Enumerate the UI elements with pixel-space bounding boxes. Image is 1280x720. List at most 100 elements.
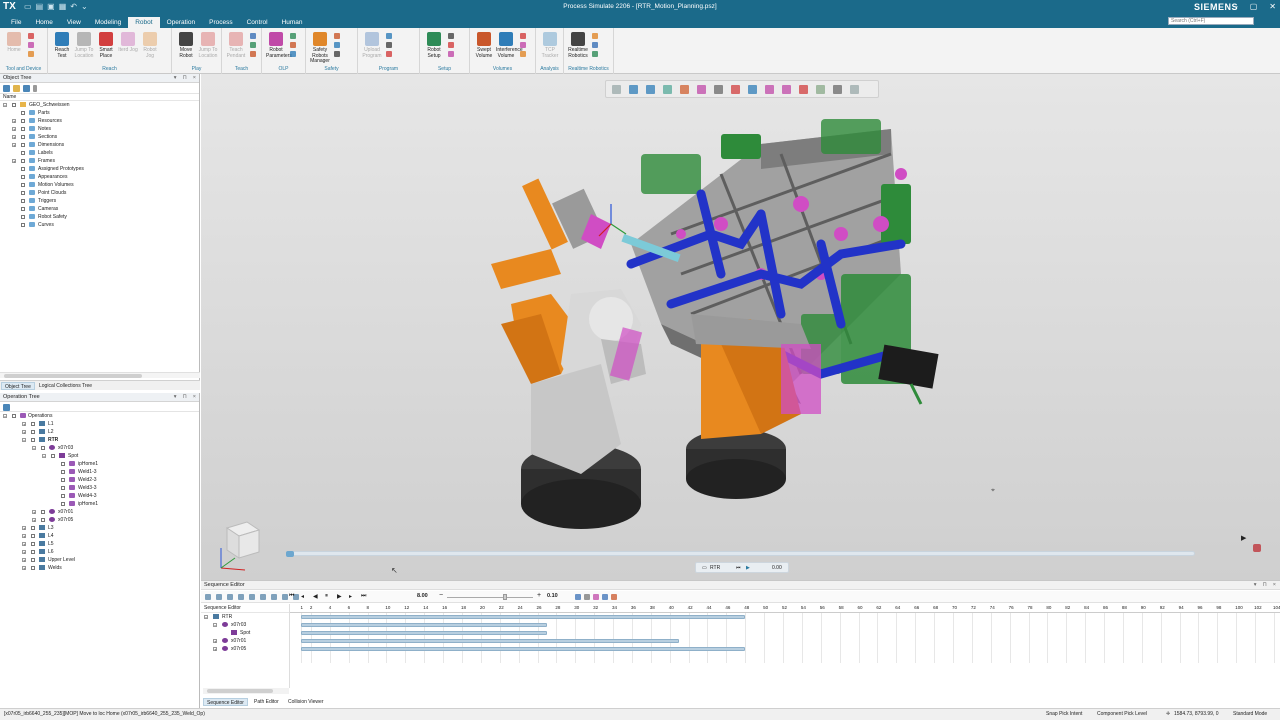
tree-node-motion-volumes[interactable]: Motion Volumes [0,181,199,189]
sim-scope-label[interactable]: RTR [710,563,720,573]
tree-node-point-clouds[interactable]: Point Clouds [0,189,199,197]
menu-tab-file[interactable]: File [4,17,28,28]
visibility-checkbox[interactable] [41,510,45,514]
snap-pick-intent[interactable]: Snap Pick Intent [1046,709,1082,720]
expand-icon[interactable]: + [12,135,16,140]
ribbon-button-robot-setup[interactable]: Robot Setup [424,32,444,59]
small-tool-icon[interactable] [592,42,598,48]
small-tool-icon[interactable] [290,51,296,57]
sequence-row[interactable]: + x07r05 [201,645,289,653]
visibility-checkbox[interactable] [21,215,25,219]
simulation-scrubber[interactable] [286,551,1195,557]
operation-node[interactable]: ipHome1 [0,500,199,508]
operation-node[interactable]: + L6 [0,548,199,556]
visibility-checkbox[interactable] [21,167,25,171]
jump-start-icon[interactable]: ⏮ [289,593,294,600]
operation-node[interactable]: ipHome1 [0,460,199,468]
visibility-checkbox[interactable] [61,470,65,474]
small-tool-icon[interactable] [28,42,34,48]
visibility-checkbox[interactable] [31,542,35,546]
maximize-icon[interactable]: ▢ [1250,2,1258,11]
float-icon[interactable]: ⊓ [182,74,186,83]
ribbon-button-robot-jog[interactable]: Robot Jog [140,32,160,59]
expand-icon[interactable]: + [22,534,26,539]
ribbon-button-interference-volume[interactable]: Interference Volume [496,32,523,59]
visibility-checkbox[interactable] [21,199,25,203]
small-tool-icon[interactable] [592,33,598,39]
ribbon-button-move-robot[interactable]: Move Robot [176,32,196,59]
expand-icon[interactable]: − [42,454,46,459]
tree-node-operations[interactable]: − Operations [0,412,199,420]
gantt-bar[interactable] [301,623,547,627]
small-tool-icon[interactable] [28,51,34,57]
operation-node[interactable]: + L5 [0,540,199,548]
link-icon[interactable] [593,594,599,600]
tree-node-parts[interactable]: Parts [0,109,199,117]
scene-3d[interactable] [201,74,1280,580]
sequence-row[interactable]: + x07r01 [201,637,289,645]
graphic-viewer[interactable]: ▭ RTR ⏮ ▶ 0.00 ▶ ⌖ ↖ [201,74,1280,580]
small-tool-icon[interactable] [334,51,340,57]
float-icon[interactable]: ⊓ [182,393,186,402]
record-icon[interactable] [611,594,617,600]
small-tool-icon[interactable] [520,42,526,48]
tree-node-triggers[interactable]: Triggers [0,197,199,205]
collapse-icon[interactable]: − [3,414,7,419]
ribbon-button-swept-volume[interactable]: Swept Volume [474,32,494,59]
visibility-checkbox[interactable] [31,438,35,442]
small-tool-icon[interactable] [334,42,340,48]
ribbon-button-iterd-jog[interactable]: Iterd Jog [118,32,138,54]
folder-icon[interactable] [13,85,20,92]
time-ruler[interactable]: 1 2 4 6 8 10 12 14 16 18 20 22 24 26 28 30 32 34 36 38 40 42 4… [290,604,1280,613]
camera-icon[interactable] [602,594,608,600]
operation-node[interactable]: Weld2-3 [0,476,199,484]
float-icon[interactable]: ⊓ [1262,581,1266,590]
sync-icon[interactable] [23,85,30,92]
tab-logical-collections[interactable]: Logical Collections Tree [36,382,95,390]
filter-icon[interactable] [3,85,10,92]
tab-sequence-editor[interactable]: Sequence Editor [203,698,248,706]
close-panel-icon[interactable]: × [1273,581,1276,590]
visibility-checkbox[interactable] [31,526,35,530]
visibility-checkbox[interactable] [61,486,65,490]
step-back-icon[interactable]: ⏮ [736,563,741,573]
visibility-checkbox[interactable] [41,446,45,450]
small-tool-icon[interactable] [448,33,454,39]
menu-tab-operation[interactable]: Operation [160,17,203,28]
expand-icon[interactable]: + [12,127,16,132]
gantt-bar[interactable] [301,631,547,635]
operation-node[interactable]: − x07r03 [0,444,199,452]
visibility-checkbox[interactable] [61,462,65,466]
tree-node-frames[interactable]: + Frames [0,157,199,165]
search-input[interactable]: Search (Ctrl+F) [1168,17,1254,25]
tab-path-editor[interactable]: Path Editor [251,698,282,706]
timeline-tool-icon[interactable] [271,594,277,600]
menu-tab-process[interactable]: Process [202,17,239,28]
timeline-tool-icon[interactable] [216,594,222,600]
scroll-thumb[interactable] [207,689,273,693]
ribbon-button-jump-to-location[interactable]: Jump To Location [74,32,94,59]
visibility-checkbox[interactable] [12,103,16,107]
timeline-tool-icon[interactable] [205,594,211,600]
operation-node[interactable]: + x07r01 [0,508,199,516]
close-icon[interactable]: ✕ [1269,2,1276,11]
operation-node[interactable]: Weld4-3 [0,492,199,500]
small-tool-icon[interactable] [28,33,34,39]
time-slider[interactable] [447,597,533,598]
play-forward-icon[interactable]: ▶ [337,593,342,600]
expand-icon[interactable]: + [213,647,217,652]
time-increase-icon[interactable]: + [537,592,541,599]
sim-scope-icon[interactable]: ▭ [702,563,707,573]
operation-node[interactable]: Weld3-3 [0,484,199,492]
timeline-tool-icon[interactable] [227,594,233,600]
close-panel-icon[interactable]: × [193,393,196,402]
camera-icon[interactable] [1253,544,1261,552]
ribbon-button-upload-program[interactable]: Upload Program [362,32,382,59]
tree-node-notes[interactable]: + Notes [0,125,199,133]
dropdown-icon[interactable] [33,85,37,92]
expand-icon[interactable]: + [22,566,26,571]
timeline-tool-icon[interactable] [238,594,244,600]
expand-icon[interactable]: − [22,438,26,443]
gantt-bar[interactable] [301,647,746,651]
expand-icon[interactable]: + [32,518,36,523]
